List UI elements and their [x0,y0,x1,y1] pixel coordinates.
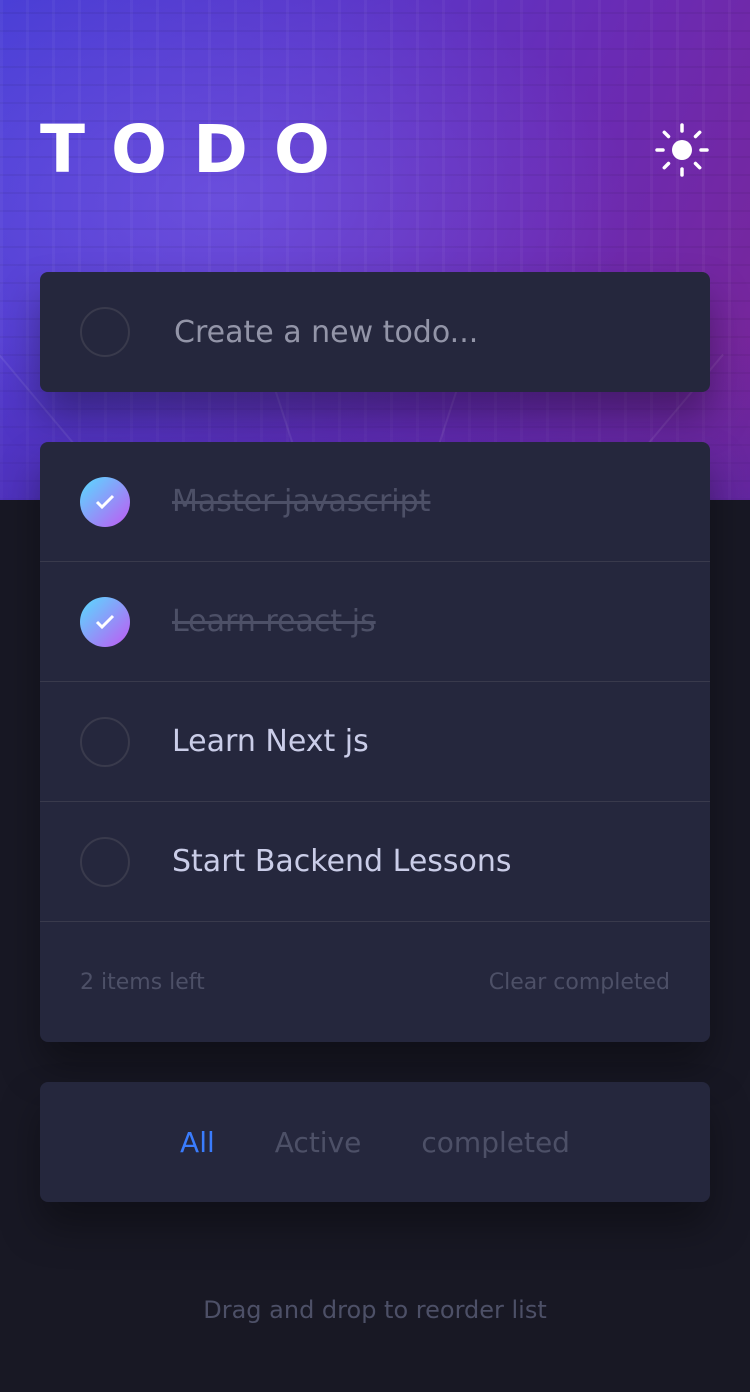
filter-completed[interactable]: completed [421,1126,570,1159]
hero-background [0,0,750,500]
todo-text: Learn Next js [172,724,369,759]
todo-item[interactable]: Learn react js [40,562,710,682]
list-footer: 2 items left Clear completed [40,922,710,1042]
todo-item[interactable]: Learn Next js [40,682,710,802]
theme-toggle-button[interactable] [654,122,710,178]
new-todo-checkbox[interactable] [80,307,130,357]
new-todo-form [40,272,710,392]
items-left-count: 2 items left [80,969,205,995]
todo-checkbox[interactable] [80,836,130,887]
filter-active[interactable]: Active [275,1126,362,1159]
check-icon [95,494,115,509]
new-todo-input[interactable] [174,302,654,362]
todo-checkbox[interactable] [80,476,130,527]
sun-icon [655,123,709,177]
todo-text: Start Backend Lessons [172,844,512,879]
app-title: TODO [40,111,357,188]
todo-checkbox[interactable] [80,716,130,767]
todo-item[interactable]: Master javascript [40,442,710,562]
check-icon [95,614,115,629]
app-header: TODO [40,110,710,190]
clear-completed-button[interactable]: Clear completed [489,970,670,995]
todo-item[interactable]: Start Backend Lessons [40,802,710,922]
todo-text: Learn react js [172,604,376,639]
todo-text: Master javascript [172,484,431,519]
drag-hint: Drag and drop to reorder list [203,1296,547,1324]
filter-all[interactable]: All [180,1126,215,1159]
todo-list: Master javascript Learn react js Learn N… [40,442,710,1042]
filter-bar: All Active completed [40,1082,710,1202]
todo-checkbox[interactable] [80,596,130,647]
page: TODO Create a new todo... Master javascr… [0,0,750,1392]
